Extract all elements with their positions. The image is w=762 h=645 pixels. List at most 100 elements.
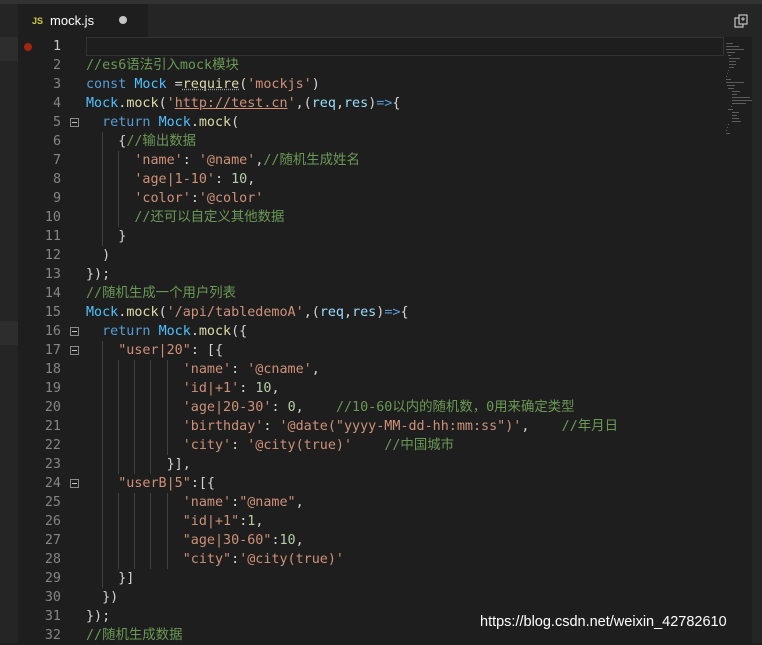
code-token: {: [86, 134, 126, 149]
code-line[interactable]: 3const Mock =require('mockjs'): [18, 75, 762, 94]
code-token: 10: [280, 533, 296, 548]
code-token: });: [86, 609, 110, 624]
activity-marker: [0, 321, 18, 345]
code-text: "age|30-60":10,: [86, 531, 304, 550]
vertical-scrollbar[interactable]: [752, 37, 762, 643]
code-line[interactable]: 10 //还可以自定义其他数据: [18, 208, 762, 227]
code-line[interactable]: 12 ): [18, 246, 762, 265]
code-text: 'color':'@color': [86, 189, 263, 208]
code-token: :[{: [191, 476, 215, 491]
code-token: }): [86, 590, 118, 605]
minimap-line: [732, 112, 739, 113]
code-line[interactable]: 25 'name':"@name",: [18, 493, 762, 512]
code-token: '@city(true)': [239, 552, 344, 567]
code-token: "age|30-60": [183, 533, 272, 548]
code-text: return Mock.mock(: [86, 113, 239, 132]
activity-marker: [0, 37, 18, 61]
code-token: 'id|+1': [183, 381, 239, 396]
code-text: 'name': '@name',//随机生成姓名: [86, 151, 360, 170]
code-token: 'color': [134, 191, 190, 206]
code-line[interactable]: 21 'birthday': '@date("yyyy-MM-dd-hh:mm:…: [18, 417, 762, 436]
code-line[interactable]: 8 'age|1-10': 10,: [18, 170, 762, 189]
code-token: :: [231, 438, 247, 453]
code-token: 'mockjs': [247, 77, 312, 92]
code-token: req: [312, 96, 336, 111]
code-token: [86, 400, 183, 415]
code-token: //中国城市: [384, 438, 454, 453]
code-line[interactable]: 27 "age|30-60":10,: [18, 531, 762, 550]
code-line[interactable]: 22 'city': '@city(true)' //中国城市: [18, 436, 762, 455]
minimap-line: [729, 58, 740, 59]
minimap[interactable]: [726, 40, 750, 140]
code-line[interactable]: 13});: [18, 265, 762, 284]
fold-collapse-icon[interactable]: [70, 118, 79, 127]
code-line[interactable]: 9 'color':'@color': [18, 189, 762, 208]
minimap-line: [732, 100, 754, 101]
code-token: ,: [296, 495, 304, 510]
line-number: 7: [18, 151, 61, 170]
fold-collapse-icon[interactable]: [70, 346, 79, 355]
code-token: ,(: [296, 96, 312, 111]
code-line[interactable]: 17 "user|20": [{: [18, 341, 762, 360]
code-line[interactable]: 6 {//输出数据: [18, 132, 762, 151]
line-number: 23: [18, 455, 61, 474]
javascript-file-icon: JS: [32, 16, 43, 26]
code-line[interactable]: 1: [18, 37, 762, 56]
code-token: [86, 153, 134, 168]
code-token: ): [312, 77, 320, 92]
code-text: });: [86, 265, 110, 284]
code-text: //随机生成数据: [86, 626, 182, 645]
code-line[interactable]: 30 }): [18, 588, 762, 607]
code-line[interactable]: 19 'id|+1': 10,: [18, 379, 762, 398]
code-token: ,(: [304, 305, 320, 320]
code-line[interactable]: 4Mock.mock('http://test.cn',(req,res)=>{: [18, 94, 762, 113]
code-line[interactable]: 26 "id|+1":1,: [18, 512, 762, 531]
code-line[interactable]: 5 return Mock.mock(: [18, 113, 762, 132]
line-number: 2: [18, 56, 61, 75]
code-line[interactable]: 7 'name': '@name',//随机生成姓名: [18, 151, 762, 170]
code-token: 'age|1-10': [134, 172, 215, 187]
code-line[interactable]: 28 "city":'@city(true)': [18, 550, 762, 569]
code-token: [86, 495, 183, 510]
code-token: 10: [255, 381, 271, 396]
code-token: req: [320, 305, 344, 320]
code-token: [86, 191, 134, 206]
code-token: ,: [271, 381, 279, 396]
line-number: 30: [18, 588, 61, 607]
code-token: [86, 381, 183, 396]
code-line[interactable]: 29 }]: [18, 569, 762, 588]
code-token: //10-60以内的随机数，0用来确定类型: [336, 400, 575, 415]
code-text: }: [86, 227, 126, 246]
open-changes-icon[interactable]: [734, 14, 748, 28]
minimap-line: [727, 85, 735, 86]
code-line[interactable]: 15Mock.mock('/api/tabledemoA',(req,res)=…: [18, 303, 762, 322]
code-token: [352, 438, 384, 453]
fold-collapse-icon[interactable]: [70, 327, 79, 336]
code-token: mock: [199, 324, 231, 339]
tab-mock-js[interactable]: JS mock.js: [18, 4, 148, 37]
code-token: =: [167, 77, 183, 92]
minimap-line: [727, 127, 728, 128]
code-token: [86, 533, 183, 548]
code-text: {//输出数据: [86, 132, 196, 151]
code-line[interactable]: 2//es6语法引入mock模块: [18, 56, 762, 75]
code-token: [86, 115, 102, 130]
code-line[interactable]: 24 "userB|5":[{: [18, 474, 762, 493]
line-number: 24: [18, 474, 61, 493]
minimap-line: [726, 82, 744, 83]
code-line[interactable]: 16 return Mock.mock({: [18, 322, 762, 341]
code-line[interactable]: 18 'name': '@cname',: [18, 360, 762, 379]
code-line[interactable]: 20 'age|20-30': 0, //10-60以内的随机数，0用来确定类型: [18, 398, 762, 417]
code-token: {: [400, 305, 408, 320]
fold-collapse-icon[interactable]: [70, 479, 79, 488]
code-token: }: [86, 229, 126, 244]
code-token: 0: [288, 400, 296, 415]
code-line[interactable]: 14//随机生成一个用户列表: [18, 284, 762, 303]
code-line[interactable]: 11 }: [18, 227, 762, 246]
code-token: ,: [255, 514, 263, 529]
code-token: =>: [376, 96, 392, 111]
unsaved-changes-icon[interactable]: [119, 16, 127, 24]
line-number: 21: [18, 417, 61, 436]
code-line[interactable]: 23 }],: [18, 455, 762, 474]
code-token: [86, 172, 134, 187]
